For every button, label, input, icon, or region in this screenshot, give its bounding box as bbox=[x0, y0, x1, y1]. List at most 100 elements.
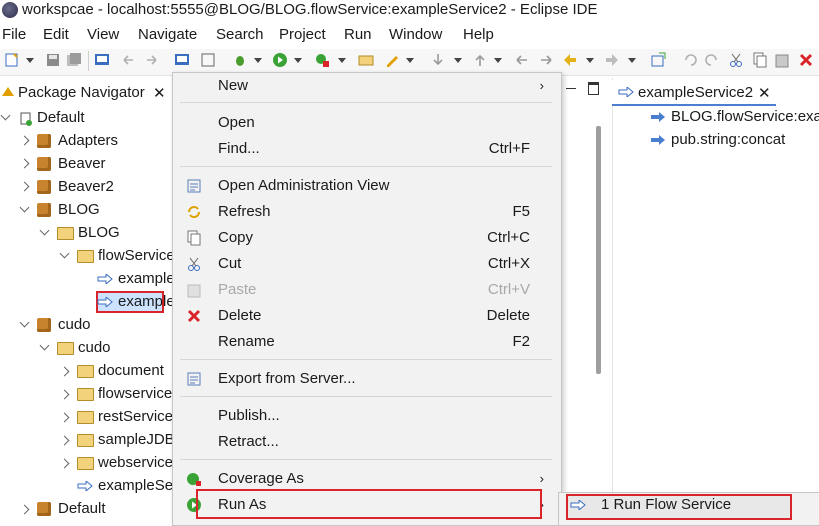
menu-item-rename[interactable]: Rename F2 bbox=[172, 330, 560, 354]
folder-icon bbox=[77, 250, 94, 263]
last-edit-icon[interactable] bbox=[514, 52, 530, 68]
close-tab-icon[interactable]: ✕ bbox=[153, 84, 166, 102]
flow-service-icon bbox=[97, 297, 113, 307]
undo-icon[interactable] bbox=[682, 52, 698, 68]
minimize-icon[interactable] bbox=[566, 88, 576, 89]
menu-window[interactable]: Window bbox=[389, 26, 442, 43]
copy-toolbar-icon[interactable] bbox=[752, 52, 768, 68]
tree-item-adapters[interactable]: Adapters bbox=[58, 130, 118, 152]
menu-project[interactable]: Project bbox=[279, 26, 326, 43]
copy-icon bbox=[187, 230, 201, 246]
submenu-arrow-icon: › bbox=[539, 78, 544, 93]
external-tools-icon[interactable] bbox=[314, 52, 330, 68]
tree-item-example-service2[interactable]: example bbox=[118, 291, 175, 313]
menu-navigate[interactable]: Navigate bbox=[138, 26, 197, 43]
save-all-icon[interactable] bbox=[66, 52, 82, 68]
debug-bug-icon[interactable] bbox=[232, 52, 248, 68]
menu-help[interactable]: Help bbox=[463, 26, 494, 43]
forward-arrow-icon[interactable] bbox=[604, 52, 620, 68]
tree-item-exampleservice-cudo[interactable]: exampleSe bbox=[98, 475, 173, 497]
package-icon bbox=[37, 157, 51, 171]
console-icon[interactable] bbox=[94, 52, 110, 68]
vertical-scrollbar[interactable] bbox=[596, 126, 601, 374]
delete-toolbar-icon[interactable] bbox=[798, 52, 814, 68]
tree-item-samplejdbc[interactable]: sampleJDB bbox=[98, 429, 175, 451]
back-arrow-icon[interactable] bbox=[562, 52, 578, 68]
menu-item-publish[interactable]: Publish... bbox=[172, 404, 560, 428]
menu-edit[interactable]: Edit bbox=[43, 26, 69, 43]
menu-item-delete[interactable]: Delete Delete bbox=[172, 304, 560, 328]
package-navigator-tab[interactable]: Package Navigator bbox=[18, 84, 145, 101]
debug-icon[interactable] bbox=[200, 52, 216, 68]
server-icon bbox=[20, 112, 32, 126]
tree-item-flowservice[interactable]: flowService bbox=[98, 245, 175, 267]
menu-item-refresh[interactable]: Refresh F5 bbox=[172, 200, 560, 224]
redo-icon[interactable] bbox=[704, 52, 720, 68]
next-annotation-icon[interactable] bbox=[430, 52, 446, 68]
package-icon bbox=[37, 180, 51, 194]
new-dropdown-icon[interactable] bbox=[26, 58, 34, 63]
flow-service-icon bbox=[570, 500, 586, 510]
menu-view[interactable]: View bbox=[87, 26, 119, 43]
menu-item-export-from-server[interactable]: Export from Server... bbox=[172, 367, 560, 391]
export-icon bbox=[187, 372, 201, 386]
delete-icon bbox=[187, 309, 201, 323]
maximize-view-icon[interactable] bbox=[650, 52, 666, 68]
run-as-highlight bbox=[196, 489, 542, 519]
tree-item-cudo-folder[interactable]: cudo bbox=[78, 337, 111, 359]
submenu-arrow-icon: › bbox=[539, 471, 544, 486]
maximize-icon[interactable] bbox=[588, 82, 599, 95]
tree-item-cudo[interactable]: cudo bbox=[58, 314, 91, 336]
tree-item-example-service[interactable]: example bbox=[118, 268, 175, 290]
paste-icon bbox=[187, 284, 201, 298]
tree-item-blog-folder[interactable]: BLOG bbox=[78, 222, 120, 244]
invoke-step-icon bbox=[651, 135, 665, 145]
tree-item-blog[interactable]: BLOG bbox=[58, 199, 100, 221]
new-file-icon[interactable] bbox=[4, 52, 20, 68]
menu-item-coverage-as[interactable]: Coverage As › bbox=[172, 467, 560, 491]
menu-file[interactable]: File bbox=[2, 26, 26, 43]
package-navigator-icon bbox=[2, 87, 14, 96]
menu-run[interactable]: Run bbox=[344, 26, 372, 43]
coverage-icon bbox=[187, 473, 201, 486]
save-icon[interactable] bbox=[45, 52, 61, 68]
folder-icon bbox=[77, 434, 94, 447]
menu-item-open-admin-view[interactable]: Open Administration View bbox=[172, 174, 560, 198]
menu-item-find[interactable]: Find... Ctrl+F bbox=[172, 137, 560, 161]
package-icon bbox=[37, 318, 51, 332]
flow-step-1[interactable]: BLOG.flowService:exar bbox=[671, 108, 819, 125]
paste-toolbar-icon[interactable] bbox=[774, 52, 790, 68]
package-icon bbox=[37, 502, 51, 516]
flow-step-2[interactable]: pub.string:concat bbox=[671, 131, 785, 148]
prev-annotation-icon[interactable] bbox=[472, 52, 488, 68]
folder-icon bbox=[77, 365, 94, 378]
menu-item-new[interactable]: New › bbox=[172, 74, 560, 98]
tree-item-webservice[interactable]: webservice bbox=[98, 452, 173, 474]
pencil-icon[interactable] bbox=[384, 52, 400, 68]
back-nav-icon[interactable] bbox=[120, 52, 136, 68]
tree-item-restservice[interactable]: restService bbox=[98, 406, 173, 428]
refresh-icon bbox=[188, 206, 200, 218]
close-editor-icon[interactable]: ✕ bbox=[758, 84, 771, 102]
menu-search[interactable]: Search bbox=[216, 26, 264, 43]
open-folder-icon[interactable] bbox=[358, 52, 374, 68]
tree-item-flowservice-cudo[interactable]: flowservice bbox=[98, 383, 172, 405]
tree-item-document[interactable]: document bbox=[98, 360, 164, 382]
menu-item-retract[interactable]: Retract... bbox=[172, 430, 560, 454]
menu-item-open[interactable]: Open bbox=[172, 111, 560, 135]
flow-service-icon bbox=[77, 481, 93, 491]
menu-item-paste: Paste Ctrl+V bbox=[172, 278, 560, 302]
run-icon[interactable] bbox=[272, 52, 288, 68]
redo-edit-icon[interactable] bbox=[538, 52, 554, 68]
admin-view-icon bbox=[187, 179, 201, 193]
folder-icon bbox=[57, 342, 74, 355]
server-view-icon[interactable] bbox=[174, 52, 190, 68]
tree-item-beaver2[interactable]: Beaver2 bbox=[58, 176, 114, 198]
tree-item-default[interactable]: Default bbox=[37, 107, 85, 129]
tree-item-default-package[interactable]: Default bbox=[58, 498, 106, 520]
cut-toolbar-icon[interactable] bbox=[728, 52, 744, 68]
forward-nav-icon[interactable] bbox=[144, 52, 160, 68]
menu-item-copy[interactable]: Copy Ctrl+C bbox=[172, 226, 560, 250]
tree-item-beaver[interactable]: Beaver bbox=[58, 153, 106, 175]
menu-item-cut[interactable]: Cut Ctrl+X bbox=[172, 252, 560, 276]
